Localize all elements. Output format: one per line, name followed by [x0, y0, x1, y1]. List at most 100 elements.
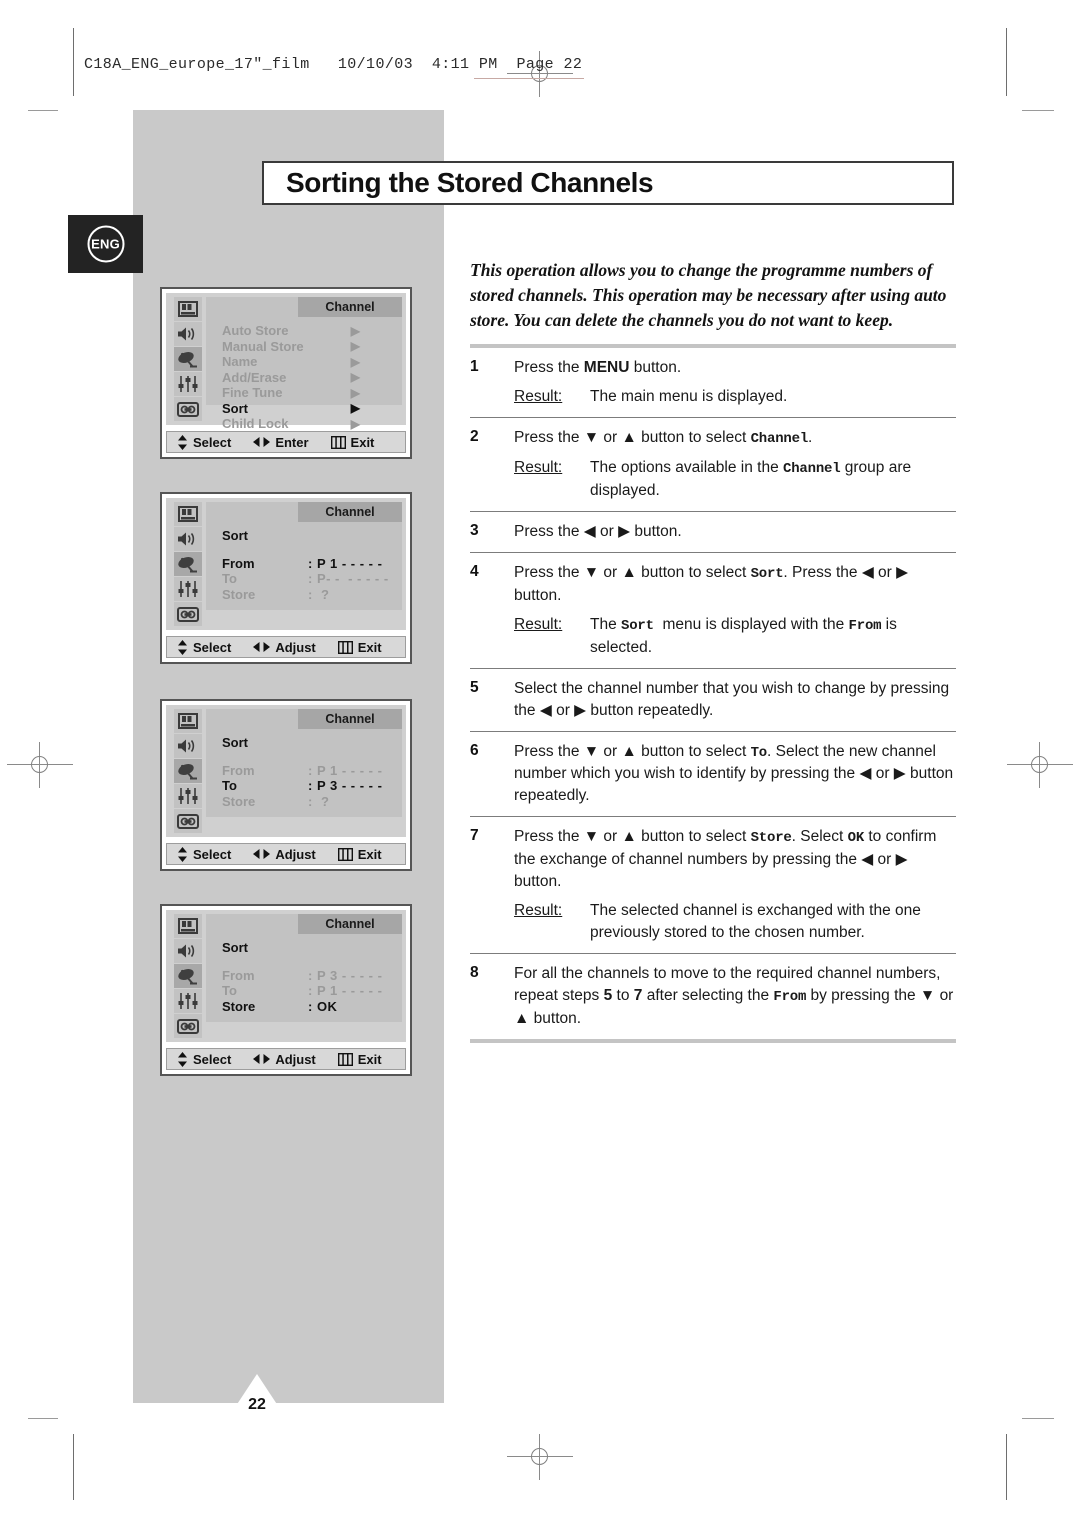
chevron-right-icon: ▶: [350, 339, 360, 354]
osd-row-sort[interactable]: Sort ▶: [222, 401, 396, 417]
osd-row-value: : P 3 - - - - -: [308, 967, 383, 983]
osd-row-label: Name: [222, 354, 258, 370]
osd-heading-row: Sort: [222, 940, 396, 956]
osd-nav-label: Exit: [357, 639, 382, 655]
channel-satellite-dish-icon[interactable]: [174, 552, 202, 576]
osd-nav-bar: Select Adjust Exit: [166, 843, 406, 865]
osd-nav-adjust[interactable]: Adjust: [253, 640, 316, 655]
osd-nav-adjust[interactable]: Adjust: [253, 847, 316, 862]
function-vcr-icon[interactable]: [174, 1014, 202, 1038]
instruction-steps-list: 1 Press the MENU button. Result: The main m…: [470, 344, 956, 1044]
osd-row-from[interactable]: From: P 1 - - - - -: [222, 763, 396, 779]
osd-row-to[interactable]: To: P 1 - - - - -: [222, 983, 396, 999]
osd-nav-enter[interactable]: Enter: [253, 435, 309, 450]
crop-mark-left-top: [73, 28, 74, 96]
picture-icon[interactable]: [174, 502, 202, 526]
osd-nav-exit[interactable]: Exit: [337, 1052, 382, 1067]
function-vcr-icon[interactable]: [174, 809, 202, 833]
osd-row-value: : P- - - - - - -: [308, 571, 389, 587]
osd-nav-select[interactable]: Select: [177, 639, 232, 655]
step-result-label: Result:: [514, 458, 563, 476]
step-instruction: Press the MENU button.: [514, 359, 682, 376]
sound-speaker-icon[interactable]: [174, 734, 202, 758]
sound-speaker-icon[interactable]: [174, 527, 202, 551]
setup-sliders-icon[interactable]: [174, 989, 202, 1013]
osd-nav-select[interactable]: Select: [177, 846, 232, 862]
step-body: Press the ▼ or ▲ button to select To. Se…: [514, 741, 956, 808]
osd-row-value: : OK: [308, 998, 338, 1014]
intro-paragraph: This operation allows you to change the …: [470, 260, 947, 330]
osd-nav-exit[interactable]: Exit: [337, 846, 382, 862]
sound-speaker-icon[interactable]: [174, 939, 202, 963]
step-5: 5 Select the channel number that you wish…: [470, 669, 956, 731]
osd-nav-label: Select: [193, 846, 232, 862]
step-body: Press the MENU button. Result: The main me…: [514, 357, 956, 408]
menu-bars-icon: [337, 640, 353, 654]
osd-row-name[interactable]: Name ▶: [222, 354, 396, 370]
osd-row-add-erase[interactable]: Add/Erase ▶: [222, 370, 396, 386]
osd-nav-select[interactable]: Select: [177, 434, 232, 450]
osd-row-to[interactable]: To: P- - - - - - -: [222, 571, 396, 587]
osd-nav-label: Select: [193, 1051, 232, 1067]
print-slug-line: C18A_ENG_europe_17"_film 10/10/03 4:11 P…: [84, 56, 583, 73]
channel-satellite-dish-icon[interactable]: [174, 347, 202, 371]
step-number: 8: [470, 964, 479, 982]
crop-mark-right-bottom: [1006, 1434, 1007, 1500]
step-6: 6 Press the ▼ or ▲ button to select To. S…: [470, 732, 956, 817]
osd-nav-exit[interactable]: Exit: [330, 435, 374, 450]
picture-icon[interactable]: [174, 709, 202, 733]
crop-mark-top-right-horizontal: [1022, 110, 1054, 111]
step-4: 4 Press the ▼ or ▲ button to select Sort.…: [470, 553, 956, 668]
step-number: 1: [470, 358, 479, 375]
setup-sliders-icon[interactable]: [174, 577, 202, 601]
page-title: Sorting the Stored Channels: [286, 167, 654, 198]
osd-nav-label: Adjust: [275, 1051, 316, 1067]
osd-row-store[interactable]: Store: ?: [222, 794, 396, 810]
osd-row-store[interactable]: Store: ?: [222, 587, 396, 603]
osd-nav-exit[interactable]: Exit: [337, 639, 382, 655]
osd-row-to[interactable]: To: P 3 - - - - -: [222, 778, 396, 794]
function-vcr-icon[interactable]: [174, 602, 202, 626]
registration-mark-right: [1007, 742, 1073, 788]
osd-group-tab: Channel: [298, 502, 402, 522]
chevron-right-icon: ▶: [350, 416, 360, 431]
osd-row-child-lock[interactable]: Child Lock ▶: [222, 416, 396, 432]
osd-nav-select[interactable]: Select: [177, 1051, 232, 1067]
channel-satellite-dish-icon[interactable]: [174, 964, 202, 988]
picture-icon[interactable]: [174, 914, 202, 938]
step-result-label: Result:: [514, 615, 563, 633]
osd-row-fine-tune[interactable]: Fine Tune ▶: [222, 385, 396, 401]
step-body: Press the ▼ or ▲ button to select Channe…: [514, 427, 956, 502]
osd-row-from[interactable]: From: P 1 - - - - -: [222, 556, 396, 572]
setup-sliders-icon[interactable]: [174, 784, 202, 808]
function-vcr-icon[interactable]: [174, 397, 202, 421]
osd-group-tab: Channel: [298, 914, 402, 934]
osd-nav-bar: Select Adjust Exit: [166, 1048, 406, 1070]
crop-mark-right-top: [1006, 28, 1007, 96]
language-badge-ring: ENG: [87, 225, 124, 263]
osd-nav-label: Select: [193, 434, 232, 450]
osd-body: Channel Sort From: P 1 - - - - - To: P 3 - …: [206, 709, 402, 817]
osd-nav-adjust[interactable]: Adjust: [253, 1051, 316, 1067]
language-badge-eng: ENG: [68, 215, 143, 273]
osd-heading-row: Sort: [222, 528, 396, 544]
osd-nav-label: Exit: [357, 846, 382, 862]
channel-satellite-dish-icon[interactable]: [174, 759, 202, 783]
step-instruction: Select the channel number that you wish …: [514, 679, 950, 719]
osd-row-label: To: [222, 778, 237, 794]
osd-row-store[interactable]: Store: OK: [222, 999, 396, 1015]
osd-row-label: From: [222, 967, 255, 983]
osd-nav-label: Select: [193, 639, 232, 655]
step-body: For all the channels to move to the requ…: [514, 963, 956, 1030]
osd-row-from[interactable]: From : P 3 - - - - -: [222, 968, 396, 984]
osd-group-tab-label: Channel: [325, 300, 375, 314]
chevron-right-icon: ▶: [350, 385, 360, 400]
osd-row-auto-store[interactable]: Auto Store ▶: [222, 323, 396, 339]
osd-body: Channel Sort From: P 1 - - - - - To: P- - -…: [206, 502, 402, 610]
step-result-label: Result:: [514, 902, 563, 920]
osd-row-manual-store[interactable]: Manual Store ▶: [222, 339, 396, 355]
sound-speaker-icon[interactable]: [174, 322, 202, 346]
up-down-arrows-icon: [177, 434, 188, 450]
picture-icon[interactable]: [174, 297, 202, 321]
setup-sliders-icon[interactable]: [174, 372, 202, 396]
